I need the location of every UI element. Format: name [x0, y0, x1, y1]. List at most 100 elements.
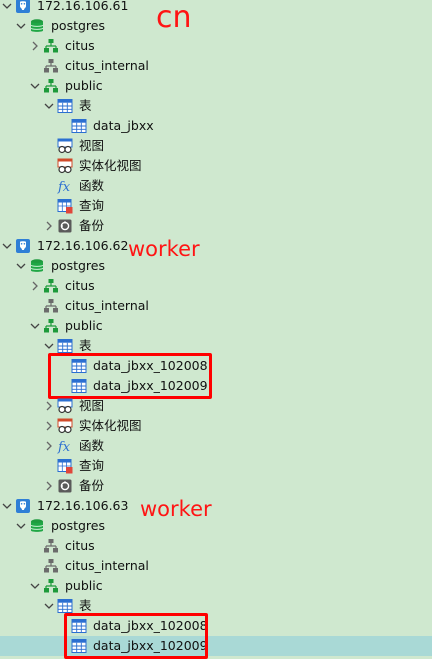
database-node[interactable]: postgres [0, 256, 432, 276]
postgres-server-icon [15, 238, 31, 254]
tree-node-label: citus [65, 538, 95, 553]
database-node[interactable]: postgres [0, 516, 432, 536]
chevron-down-icon[interactable] [2, 500, 12, 512]
schema-node[interactable]: public [0, 316, 432, 336]
function-icon: fx [57, 178, 73, 194]
tree-node-label: 备份 [79, 478, 105, 493]
tables-folder-node[interactable]: 表 [0, 96, 432, 116]
tree-node-label: public [65, 78, 103, 93]
schema-icon [43, 578, 59, 594]
chevron-right-icon[interactable] [44, 420, 54, 432]
postgres-server-icon [15, 0, 31, 14]
schema-node[interactable]: citus_internal [0, 56, 432, 76]
svg-text:fx: fx [57, 180, 71, 194]
chevron-down-icon[interactable] [2, 0, 12, 12]
materialized-views-node[interactable]: 实体化视图 [0, 416, 432, 436]
tree-node-label: 视图 [79, 398, 105, 413]
tree-node-label: 实体化视图 [79, 158, 142, 173]
table-icon [57, 98, 73, 114]
database-node[interactable]: postgres [0, 16, 432, 36]
server-node[interactable]: 172.16.106.61 [0, 0, 432, 16]
chevron-down-icon[interactable] [30, 580, 40, 592]
materialized-views-node[interactable]: 实体化视图 [0, 156, 432, 176]
table-icon [71, 118, 87, 134]
chevron-down-icon[interactable] [44, 600, 54, 612]
schema-node[interactable]: public [0, 576, 432, 596]
tree-node-label: postgres [51, 258, 105, 273]
schema-icon [43, 58, 59, 74]
view-icon [57, 398, 73, 414]
chevron-right-icon[interactable] [44, 400, 54, 412]
tree-node-label: 函数 [79, 438, 105, 453]
chevron-right-icon[interactable] [30, 40, 40, 52]
chevron-right-icon[interactable] [44, 440, 54, 452]
schema-icon [43, 558, 59, 574]
schema-icon [43, 38, 59, 54]
server-node[interactable]: 172.16.106.63 [0, 496, 432, 516]
schema-node[interactable]: public [0, 76, 432, 96]
backup-icon [57, 218, 73, 234]
chevron-right-icon[interactable] [44, 220, 54, 232]
function-icon: fx [57, 438, 73, 454]
database-icon [29, 18, 45, 34]
chevron-right-icon[interactable] [30, 280, 40, 292]
schema-icon [43, 278, 59, 294]
schema-icon [43, 78, 59, 94]
postgres-server-icon [15, 498, 31, 514]
tree-node-label: 备份 [79, 218, 105, 233]
tree-node-label: 表 [79, 598, 92, 613]
backups-node[interactable]: 备份 [0, 216, 432, 236]
schema-node[interactable]: citus [0, 36, 432, 56]
schema-node[interactable]: citus [0, 276, 432, 296]
chevron-down-icon[interactable] [16, 520, 26, 532]
highlight-box [64, 613, 208, 659]
tree-node-label: data_jbxx [93, 118, 154, 133]
tree-node-label: 表 [79, 98, 92, 113]
schema-icon [43, 538, 59, 554]
schema-icon [43, 318, 59, 334]
schema-node[interactable]: citus_internal [0, 556, 432, 576]
database-icon [29, 518, 45, 534]
chevron-down-icon[interactable] [30, 320, 40, 332]
tree-node-label: 视图 [79, 138, 105, 153]
materialized-view-icon [57, 418, 73, 434]
materialized-view-icon [57, 158, 73, 174]
tree-node-label: 实体化视图 [79, 418, 142, 433]
highlight-box [48, 353, 212, 399]
chevron-down-icon[interactable] [44, 100, 54, 112]
database-icon [29, 258, 45, 274]
chevron-down-icon[interactable] [30, 80, 40, 92]
queries-node[interactable]: 查询 [0, 196, 432, 216]
backups-node[interactable]: 备份 [0, 476, 432, 496]
tree-node-label: citus [65, 278, 95, 293]
tree-node-label: 172.16.106.63 [37, 498, 129, 513]
functions-node[interactable]: fx 函数 [0, 436, 432, 456]
tree-node-label: 172.16.106.62 [37, 238, 129, 253]
chevron-right-icon[interactable] [44, 480, 54, 492]
schema-node[interactable]: citus [0, 536, 432, 556]
tree-node-label: 查询 [79, 458, 105, 473]
table-icon [57, 338, 73, 354]
chevron-down-icon[interactable] [2, 240, 12, 252]
views-node[interactable]: 视图 [0, 136, 432, 156]
query-icon [57, 198, 73, 214]
query-icon [57, 458, 73, 474]
functions-node[interactable]: fx 函数 [0, 176, 432, 196]
chevron-down-icon[interactable] [16, 20, 26, 32]
views-node[interactable]: 视图 [0, 396, 432, 416]
chevron-down-icon[interactable] [44, 340, 54, 352]
svg-text:fx: fx [57, 440, 71, 454]
server-node[interactable]: 172.16.106.62 [0, 236, 432, 256]
tree-node-label: postgres [51, 18, 105, 33]
tree-node-label: public [65, 578, 103, 593]
schema-node[interactable]: citus_internal [0, 296, 432, 316]
tree-node-label: postgres [51, 518, 105, 533]
chevron-down-icon[interactable] [16, 260, 26, 272]
queries-node[interactable]: 查询 [0, 456, 432, 476]
tree-node-label: citus_internal [65, 58, 149, 73]
tree-node-label: 表 [79, 338, 92, 353]
tree-node-label: citus [65, 38, 95, 53]
tree-node-label: 172.16.106.61 [37, 0, 129, 13]
tree-node-label: citus_internal [65, 558, 149, 573]
table-node[interactable]: data_jbxx [0, 116, 432, 136]
